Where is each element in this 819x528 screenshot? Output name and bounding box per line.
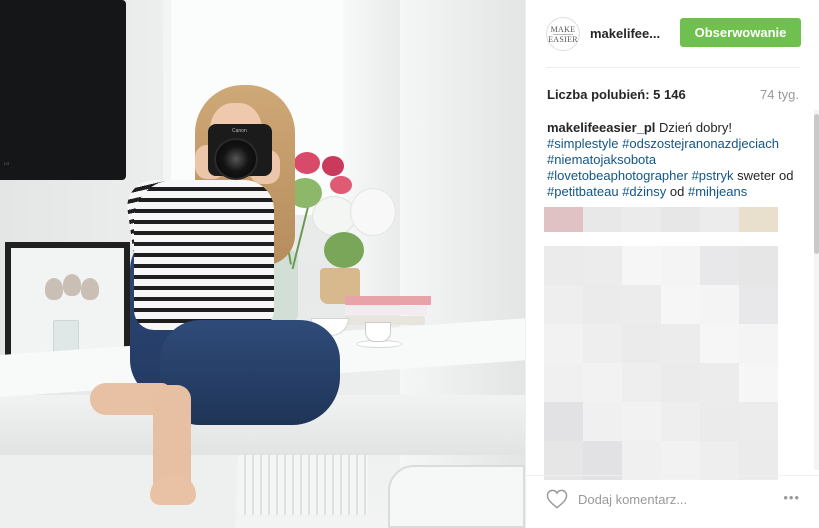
blurred-comment-tile bbox=[583, 324, 622, 363]
likes-count[interactable]: Liczba polubień: 5 146 bbox=[547, 87, 686, 102]
avatar[interactable]: MAKE EASIER bbox=[546, 17, 580, 51]
avatar-text: EASIER bbox=[548, 34, 578, 44]
caption-text: sweter od bbox=[733, 168, 794, 183]
heart-icon[interactable] bbox=[546, 489, 568, 509]
post-header: MAKE EASIER makelifee... Obserwowanie bbox=[526, 0, 819, 68]
blurred-comment-tile bbox=[583, 402, 622, 441]
divider bbox=[526, 475, 819, 476]
book bbox=[345, 296, 431, 305]
blurred-comment-tile bbox=[700, 402, 739, 441]
comments-blurred bbox=[544, 207, 778, 480]
blurred-comment-tile bbox=[739, 324, 778, 363]
blurred-comment-tile bbox=[739, 285, 778, 324]
leaves bbox=[324, 232, 364, 268]
chair bbox=[388, 465, 525, 528]
camera-lens bbox=[214, 138, 258, 180]
flower-white bbox=[350, 188, 396, 236]
striped-sweater bbox=[134, 180, 274, 330]
blurred-comment-tile bbox=[661, 363, 700, 402]
blurred-comment-tile bbox=[739, 246, 778, 285]
post-details-panel: MAKE EASIER makelifee... Obserwowanie Li… bbox=[525, 0, 819, 528]
avatar-text: MAKE bbox=[550, 24, 576, 34]
blurred-comment-tile bbox=[583, 246, 622, 285]
blurred-comment-tile bbox=[661, 246, 700, 285]
post-photo[interactable]: LG Canon bbox=[0, 0, 525, 528]
caption-text: Dzień dobry! bbox=[655, 120, 732, 135]
blurred-comment-tile bbox=[622, 246, 661, 285]
hashtag-link[interactable]: #odszostejranonazdjeciach bbox=[622, 136, 779, 151]
flower bbox=[330, 176, 352, 194]
coffee-cup bbox=[365, 322, 391, 342]
username-link[interactable]: makelifee... bbox=[590, 26, 660, 41]
blurred-comment-tile bbox=[661, 324, 700, 363]
book bbox=[345, 306, 427, 315]
more-options-icon[interactable]: ••• bbox=[783, 490, 800, 505]
blurred-comment-tile bbox=[583, 285, 622, 324]
blurred-comment-tile bbox=[544, 207, 583, 232]
caption-text: od bbox=[666, 184, 688, 199]
hashtag-link[interactable]: #niematojaksobota bbox=[547, 152, 656, 167]
blurred-comment-tile bbox=[544, 285, 583, 324]
blurred-comment-tile bbox=[700, 285, 739, 324]
blurred-comment-tile bbox=[544, 402, 583, 441]
flower bbox=[294, 152, 320, 174]
blurred-comment-tile bbox=[700, 246, 739, 285]
add-comment-input[interactable] bbox=[578, 490, 768, 508]
sketch-figure bbox=[81, 278, 99, 300]
blurred-comment-tile bbox=[739, 207, 778, 232]
blurred-comment-tile bbox=[544, 363, 583, 402]
blurred-comment-tile bbox=[700, 324, 739, 363]
blurred-comment-tile bbox=[739, 402, 778, 441]
blurred-comment-tile bbox=[661, 285, 700, 324]
blurred-comment-tile bbox=[622, 402, 661, 441]
caption-username[interactable]: makelifeeasier_pl bbox=[547, 120, 655, 135]
hashtag-link[interactable]: #mihjeans bbox=[688, 184, 747, 199]
hashtag-link[interactable]: #pstryk bbox=[692, 168, 734, 183]
follow-button[interactable]: Obserwowanie bbox=[680, 18, 801, 47]
blurred-comment-tile bbox=[622, 207, 661, 232]
blurred-comment-tile bbox=[700, 207, 739, 232]
sketch-figure bbox=[63, 274, 81, 296]
post-age[interactable]: 74 tyg. bbox=[760, 87, 799, 102]
scrollbar-thumb[interactable] bbox=[814, 114, 819, 254]
blurred-comment-tile bbox=[544, 246, 583, 285]
blurred-comment-tile bbox=[583, 207, 622, 232]
blurred-comment-tile bbox=[583, 363, 622, 402]
foot bbox=[150, 475, 196, 505]
hashtag-link[interactable]: #petitbateau bbox=[547, 184, 619, 199]
blurred-comment-tile bbox=[622, 285, 661, 324]
hashtag-link[interactable]: #simplestyle bbox=[547, 136, 619, 151]
tv-brand-logo: LG bbox=[4, 161, 10, 166]
hashtag-link[interactable]: #lovetobeaphotographer bbox=[547, 168, 688, 183]
flower bbox=[322, 156, 344, 176]
camera-brand: Canon bbox=[232, 128, 247, 134]
blurred-comment-tile bbox=[544, 324, 583, 363]
television: LG bbox=[0, 0, 126, 180]
blurred-comment-tile bbox=[622, 363, 661, 402]
sketch-figure bbox=[45, 278, 63, 300]
post-caption: makelifeeasier_pl Dzień dobry! #simplest… bbox=[547, 120, 797, 200]
blurred-comment-tile bbox=[700, 363, 739, 402]
divider bbox=[546, 67, 800, 68]
hashtag-link[interactable]: #dżinsy bbox=[622, 184, 666, 199]
blurred-comment-tile bbox=[661, 207, 700, 232]
blurred-comment-tile bbox=[739, 363, 778, 402]
blurred-comment-tile bbox=[661, 402, 700, 441]
blurred-comment-tile bbox=[622, 324, 661, 363]
